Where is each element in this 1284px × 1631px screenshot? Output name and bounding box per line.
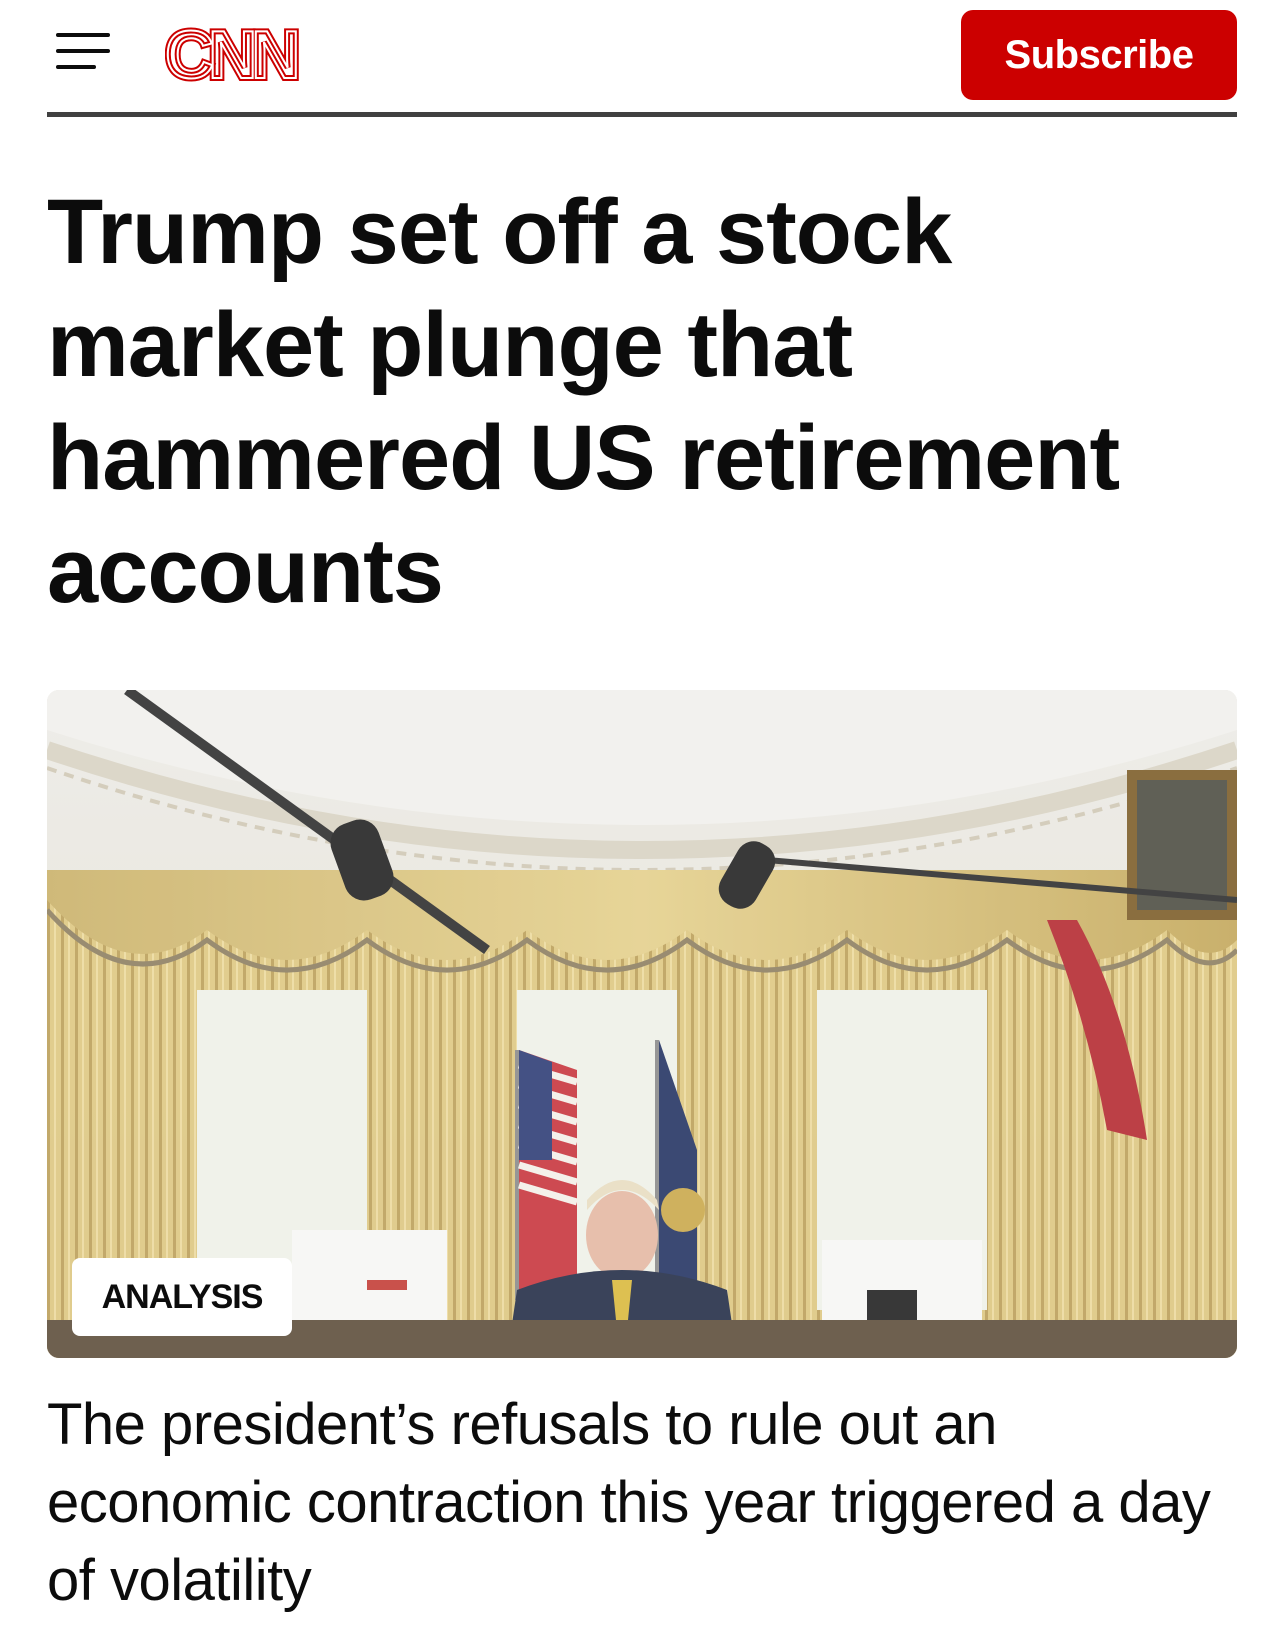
svg-text:CNN: CNN — [165, 22, 296, 88]
article-subheadline: The president’s refusals to rule out an … — [47, 1392, 1211, 1613]
site-header: CNN CNN Subscribe — [47, 0, 1237, 120]
hero-image[interactable]: ANALYSIS — [47, 690, 1237, 1358]
article-headline[interactable]: Trump set off a stock market plunge that… — [47, 176, 1127, 628]
cnn-logo[interactable]: CNN CNN — [162, 14, 305, 96]
subscribe-button[interactable]: Subscribe — [961, 10, 1237, 100]
header-divider — [47, 112, 1237, 117]
analysis-badge: ANALYSIS — [72, 1258, 292, 1336]
hamburger-menu-icon[interactable] — [56, 31, 110, 71]
